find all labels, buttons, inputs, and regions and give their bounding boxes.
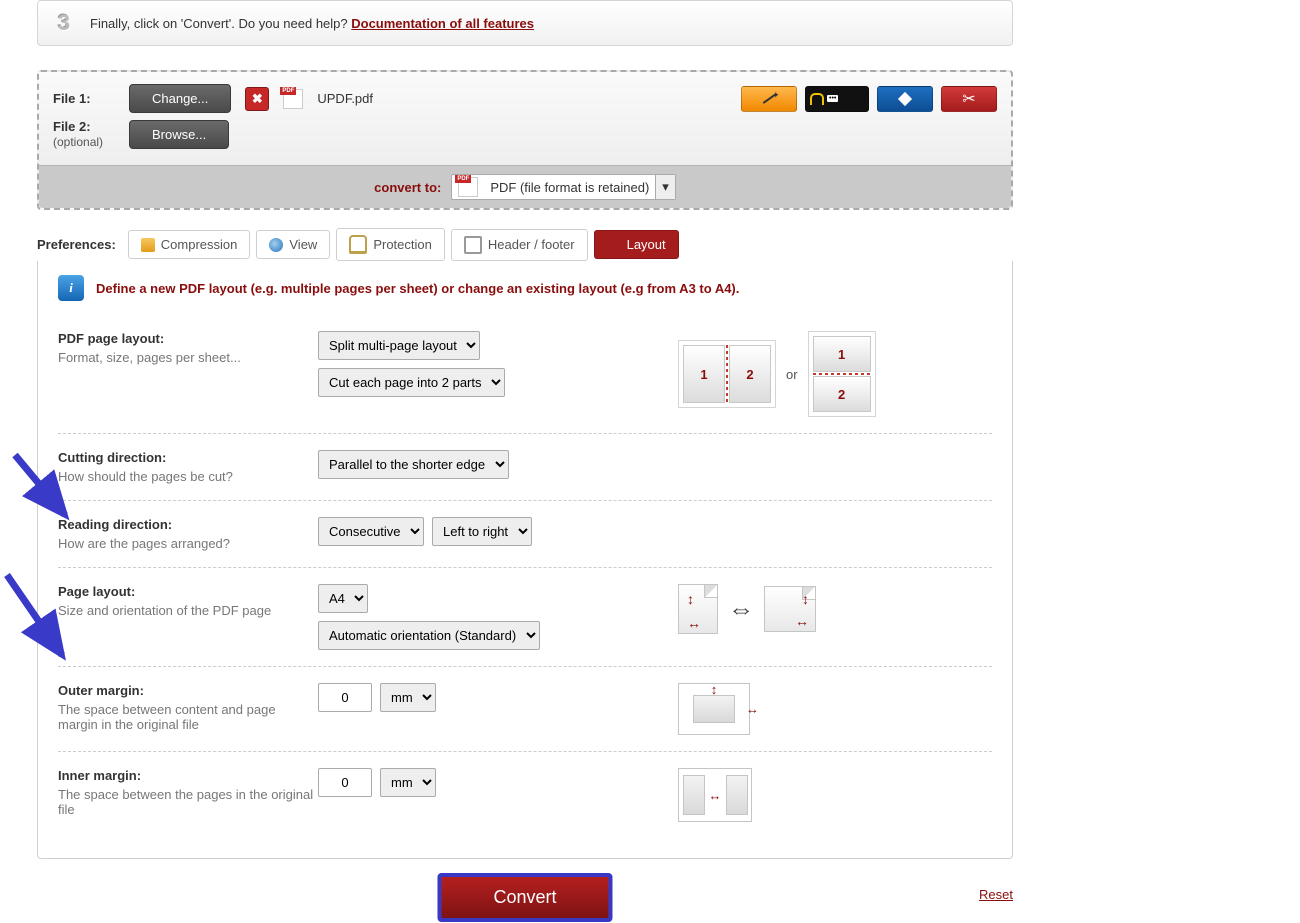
diag-page-1: 1 [683,345,725,403]
lock-icon [810,93,824,105]
pdf-icon-select [458,177,478,197]
page-layout-title: Page layout: [58,584,318,599]
outer-margin-title: Outer margin: [58,683,318,698]
tool-row: ••• ✂ [741,86,997,112]
scissors-icon: ✂ [962,89,975,109]
compression-icon [141,238,155,252]
outer-margin-unit-select[interactable]: mm [380,683,436,712]
tab-compression-label: Compression [161,237,238,252]
pdf-layout-desc: Format, size, pages per sheet... [58,350,318,365]
view-icon [269,238,283,252]
pdf-icon [283,89,303,109]
tab-compression[interactable]: Compression [128,230,251,259]
info-icon: i [58,275,84,301]
step-text: Finally, click on 'Convert'. Do you need… [90,16,534,31]
page-portrait-icon: ↕↔ [678,584,718,634]
info-text: Define a new PDF layout (e.g. multiple p… [96,281,739,296]
file2-label-text: File 2: [53,119,91,134]
pdf-layout-select-2[interactable]: Cut each page into 2 parts [318,368,505,397]
file-box: File 1: Change... ✖ UPDF.pdf ••• ✂ File … [37,70,1013,210]
tab-layout-label: Layout [627,237,666,252]
rotate-button[interactable] [877,86,933,112]
wand-icon [760,92,778,106]
preferences-tabs: Preferences: Compression View Protection… [37,228,1013,261]
page-landscape-icon: ↕↔ [764,586,816,632]
file1-name: UPDF.pdf [317,91,373,106]
inner-margin-diagram: ↔ [678,768,752,822]
inner-margin-unit-select[interactable]: mm [380,768,436,797]
file1-label: File 1: [53,91,115,106]
password-dots: ••• [827,95,838,102]
inner-margin-title: Inner margin: [58,768,318,783]
reading-order-select[interactable]: Consecutive [318,517,424,546]
outer-margin-diagram: ↕ ↔ [678,683,750,735]
file-row-2: File 2: (optional) Browse... [53,119,997,149]
read-title: Reading direction: [58,517,318,532]
inner-margin-desc: The space between the pages in the origi… [58,787,318,817]
step-3-banner: 3 Finally, click on 'Convert'. Do you ne… [37,0,1013,46]
option-outer-margin: Outer margin: The space between content … [58,667,992,752]
convert-to-label: convert to: [374,180,441,195]
option-pdf-page-layout: PDF page layout: Format, size, pages per… [58,315,992,434]
orientation-select[interactable]: Automatic orientation (Standard) [318,621,540,650]
split-vertical-diagram: 1 2 [808,331,876,417]
magic-wand-button[interactable] [741,86,797,112]
option-reading-direction: Reading direction: How are the pages arr… [58,501,992,568]
tab-layout[interactable]: Layout [594,230,679,259]
layout-panel: i Define a new PDF layout (e.g. multiple… [37,261,1013,859]
remove-file-button[interactable]: ✖ [245,87,269,111]
inner-margin-input[interactable] [318,768,372,797]
step-text-a: Finally, click on 'Convert'. Do you need… [90,16,351,31]
cut-direction-select[interactable]: Parallel to the shorter edge [318,450,509,479]
reading-direction-select[interactable]: Left to right [432,517,532,546]
info-row: i Define a new PDF layout (e.g. multiple… [58,275,992,301]
page-size-select[interactable]: A4 [318,584,368,613]
documentation-link[interactable]: Documentation of all features [351,16,534,31]
tab-protection-label: Protection [373,237,432,252]
layout-icon [607,238,621,252]
header-footer-icon [464,236,482,254]
preferences-label: Preferences: [37,237,116,252]
page-layout-desc: Size and orientation of the PDF page [58,603,318,618]
pdf-layout-title: PDF page layout: [58,331,318,346]
rotate-icon [898,91,912,105]
cut-title: Cutting direction: [58,450,318,465]
change-file-button[interactable]: Change... [129,84,231,113]
read-desc: How are the pages arranged? [58,536,318,551]
convert-to-select[interactable]: PDF (file format is retained) ▾ [451,174,675,200]
option-cutting-direction: Cutting direction: How should the pages … [58,434,992,501]
browse-file-button[interactable]: Browse... [129,120,229,149]
convert-button[interactable]: Convert [437,873,612,922]
reset-link[interactable]: Reset [979,887,1013,902]
tab-protection[interactable]: Protection [336,228,445,261]
bi-arrow-icon: ⇔ [728,594,754,625]
tab-header-label: Header / footer [488,237,575,252]
tab-view-label: View [289,237,317,252]
file2-optional: (optional) [53,135,103,149]
diag-page-2: 2 [729,345,771,403]
file-row-1: File 1: Change... ✖ UPDF.pdf ••• ✂ [53,84,997,113]
password-button[interactable]: ••• [805,86,869,112]
cut-desc: How should the pages be cut? [58,469,318,484]
diag-page-2b: 2 [813,376,871,412]
file2-label: File 2: (optional) [53,119,115,149]
convert-to-bar: convert to: PDF (file format is retained… [39,165,1011,208]
split-horizontal-diagram: 1 2 [678,340,776,408]
step-number: 3 [52,11,76,35]
chevron-down-icon[interactable]: ▾ [655,175,675,199]
pdf-layout-select-1[interactable]: Split multi-page layout [318,331,480,360]
outer-margin-desc: The space between content and page margi… [58,702,318,732]
convert-to-value: PDF (file format is retained) [484,176,655,199]
tab-header-footer[interactable]: Header / footer [451,229,588,261]
cut-button[interactable]: ✂ [941,86,997,112]
tab-view[interactable]: View [256,230,330,259]
or-text: or [786,367,798,382]
protection-icon [349,235,367,254]
footer-row: Convert Reset [37,873,1013,923]
option-page-layout: Page layout: Size and orientation of the… [58,568,992,667]
outer-margin-input[interactable] [318,683,372,712]
option-inner-margin: Inner margin: The space between the page… [58,752,992,838]
diag-page-1b: 1 [813,336,871,372]
